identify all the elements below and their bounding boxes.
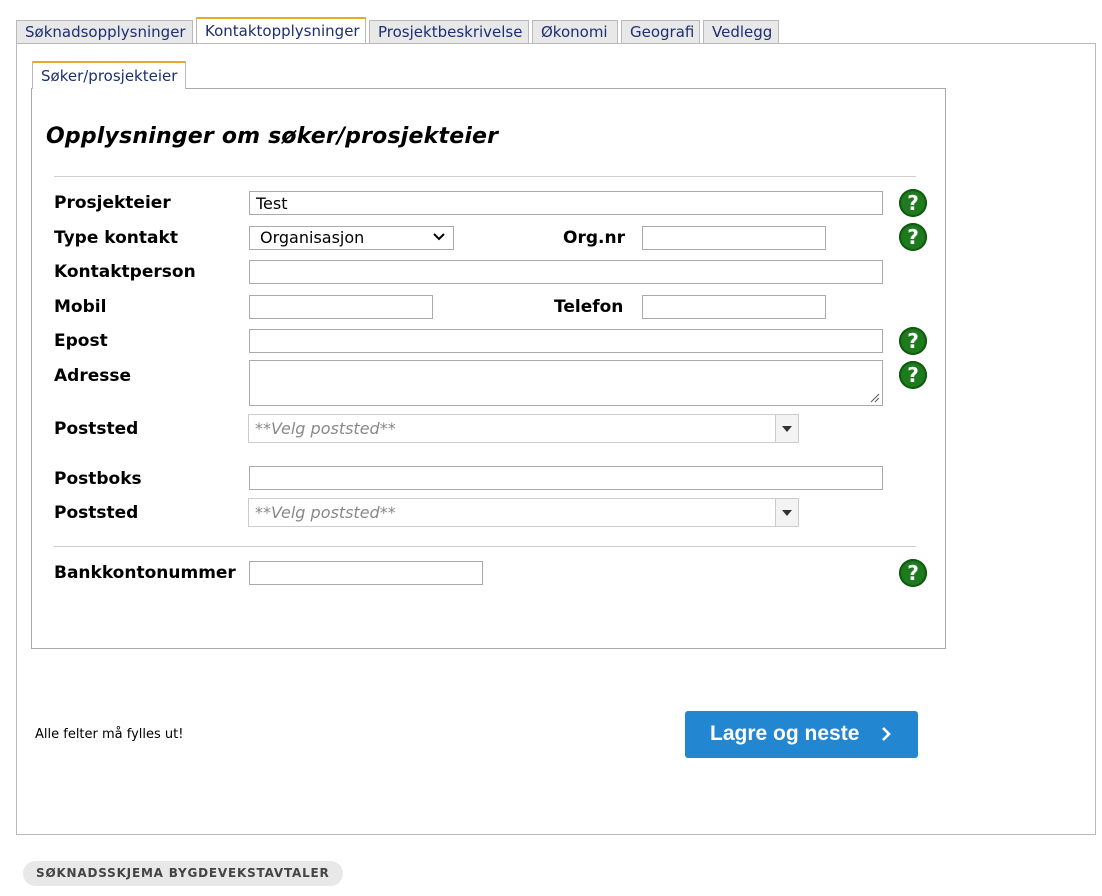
question-circle-icon[interactable]: ? (899, 559, 927, 587)
tab-geografi[interactable]: Geografi (621, 20, 700, 43)
mobil-input[interactable] (249, 295, 433, 319)
type-kontakt-selected-value: Organisasjon (260, 228, 365, 247)
telefon-input[interactable] (642, 295, 826, 319)
poststed-placeholder: **Velg poststed** (255, 503, 396, 522)
adresse-label: Adresse (54, 366, 132, 386)
poststed-postboks-combobox[interactable]: **Velg poststed** (248, 498, 799, 527)
footer-badge: SØKNADSSKJEMA BYGDEVEKSTAVTALER (23, 861, 343, 886)
chevron-right-icon (882, 727, 891, 741)
poststed-placeholder: **Velg poststed** (255, 419, 396, 438)
epost-label: Epost (54, 331, 108, 351)
question-circle-icon[interactable]: ? (899, 189, 927, 217)
bankkontonummer-input[interactable] (249, 561, 483, 585)
tab-kontaktopplysninger[interactable]: Kontaktopplysninger (196, 17, 366, 44)
postboks-input[interactable] (249, 466, 883, 490)
prosjekteier-label: Prosjekteier (54, 193, 171, 213)
poststed-combobox[interactable]: **Velg poststed** (248, 414, 799, 443)
dropdown-button[interactable] (775, 499, 798, 526)
bankkontonummer-label: Bankkontonummer (54, 563, 236, 583)
divider (54, 176, 916, 177)
org-nr-label: Org.nr (563, 228, 625, 248)
tab-soknadsopplysninger[interactable]: Søknadsopplysninger (16, 20, 193, 43)
caret-down-icon (782, 510, 792, 516)
adresse-textarea[interactable] (249, 360, 883, 406)
poststed-label: Poststed (54, 419, 139, 439)
required-fields-note: Alle felter må fylles ut! (35, 727, 184, 742)
chevron-down-icon (433, 233, 445, 241)
divider (54, 546, 916, 547)
type-kontakt-select[interactable]: Organisasjon (249, 226, 454, 250)
tab-vedlegg[interactable]: Vedlegg (703, 20, 779, 43)
poststed-postboks-label: Poststed (54, 503, 139, 523)
save-and-next-label: Lagre og neste (710, 722, 860, 745)
epost-input[interactable] (249, 329, 883, 353)
kontaktperson-input[interactable] (249, 260, 883, 284)
type-kontakt-label: Type kontakt (54, 228, 178, 248)
kontaktperson-label: Kontaktperson (54, 262, 196, 282)
tab-prosjektbeskrivelse[interactable]: Prosjektbeskrivelse (369, 20, 529, 43)
question-circle-icon[interactable]: ? (899, 327, 927, 355)
tab-okonomi[interactable]: Økonomi (532, 20, 618, 43)
mobil-label: Mobil (54, 297, 107, 317)
save-and-next-button[interactable]: Lagre og neste (685, 711, 918, 758)
question-circle-icon[interactable]: ? (899, 223, 927, 251)
org-nr-input[interactable] (642, 226, 826, 250)
caret-down-icon (782, 426, 792, 432)
telefon-label: Telefon (554, 297, 624, 317)
dropdown-button[interactable] (775, 415, 798, 442)
resize-grip-icon[interactable] (870, 393, 880, 403)
subtab-soker-prosjekteier[interactable]: Søker/prosjekteier (32, 61, 187, 89)
question-circle-icon[interactable]: ? (899, 361, 927, 389)
postboks-label: Postboks (54, 469, 142, 489)
prosjekteier-input[interactable] (249, 191, 883, 215)
form-heading: Opplysninger om søker/prosjekteier (46, 124, 499, 149)
